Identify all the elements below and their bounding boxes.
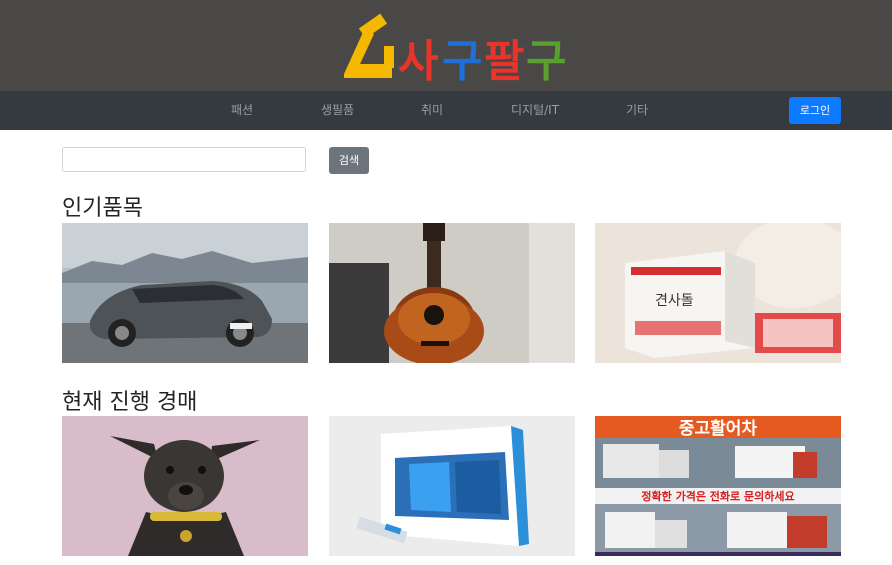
logo-text-gu: 구 — [442, 36, 482, 86]
pet-product-box-text: 견사돌 — [655, 293, 694, 309]
car-image — [62, 223, 308, 363]
auction-item-card[interactable]: 중고활어차 정확한 가격은 전화로 문의하세요 — [595, 416, 841, 556]
category-navbar: 패션 생필품 취미 디지털/IT 기타 — [0, 91, 892, 130]
auction-item-card[interactable] — [62, 416, 308, 556]
pet-product-image: 견사돌 — [595, 223, 841, 363]
logo-text-pal: 팔 — [484, 36, 524, 86]
login-button[interactable]: 로그인 — [789, 97, 841, 124]
logo-mark-icon — [344, 13, 394, 78]
auction-item-card[interactable] — [329, 416, 575, 556]
search-button[interactable]: 검색 — [329, 147, 369, 174]
auction-section-title: 현재 진행 경매 — [62, 390, 198, 415]
windows-box-image — [329, 416, 575, 556]
nav-item-fashion[interactable]: 패션 — [231, 91, 253, 130]
nav-item-hobby[interactable]: 취미 — [421, 91, 443, 130]
guitar-image — [329, 223, 575, 363]
nav-item-daily-goods[interactable]: 생필품 — [321, 91, 354, 130]
search-input[interactable] — [62, 147, 306, 172]
dog-image — [62, 416, 308, 556]
truck-ad-subtext: 정확한 가격은 전화로 문의하세요 — [641, 489, 794, 503]
popular-section-title: 인기품목 — [62, 196, 143, 221]
nav-item-etc[interactable]: 기타 — [626, 91, 648, 130]
site-header: 사 구 팔 구 — [0, 0, 892, 91]
popular-item-card[interactable]: 견사돌 — [595, 223, 841, 363]
popular-item-card[interactable] — [62, 223, 308, 363]
nav-item-digital-it[interactable]: 디지털/IT — [511, 91, 559, 130]
logo-text-gu2: 구 — [526, 36, 566, 86]
popular-item-card[interactable] — [329, 223, 575, 363]
logo-text-sa: 사 — [398, 36, 438, 86]
site-logo[interactable]: 사 구 팔 구 — [334, 12, 574, 86]
truck-ad-headline: 중고활어차 — [679, 418, 758, 439]
truck-ad-image: 중고활어차 정확한 가격은 전화로 문의하세요 — [595, 416, 841, 556]
